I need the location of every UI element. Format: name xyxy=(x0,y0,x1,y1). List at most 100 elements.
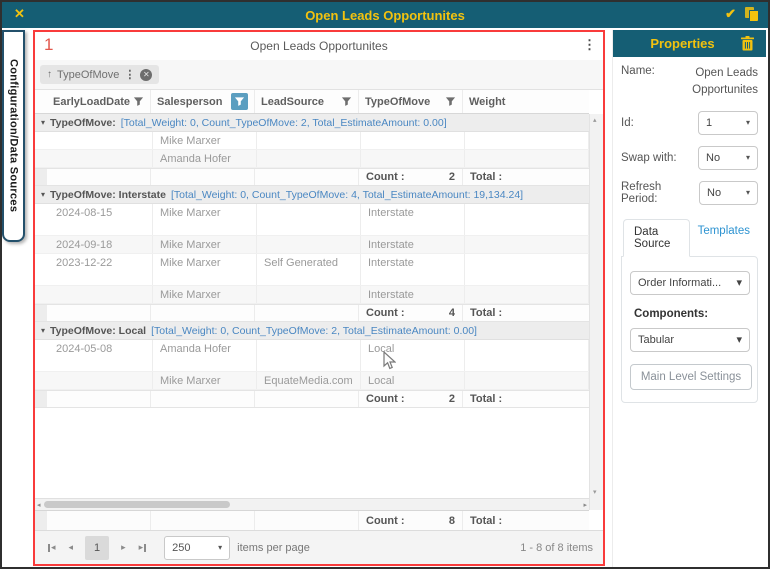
confirm-check-icon[interactable]: ✔ xyxy=(725,6,736,22)
cell: Local xyxy=(361,372,465,389)
refresh-period-label: Refresh Period: xyxy=(621,181,699,205)
table-row[interactable]: Amanda Hofer xyxy=(35,150,589,168)
column-header-LeadSource[interactable]: LeadSource xyxy=(255,90,359,113)
data-source-tab-content: Order Informati... ▾ Components: Tabular… xyxy=(621,256,758,403)
next-page-button[interactable]: ▸ xyxy=(118,542,129,553)
cell: Interstate xyxy=(361,254,465,285)
name-value: Open Leads Opportunites xyxy=(682,65,758,100)
chevron-down-icon: ▾ xyxy=(746,153,750,162)
count-value: 4 xyxy=(449,307,455,319)
tab-templates[interactable]: Templates xyxy=(690,219,758,257)
group-header-row[interactable]: ▾TypeOfMove: Local[Total_Weight: 0, Coun… xyxy=(35,322,589,340)
name-label: Name: xyxy=(621,65,655,77)
panel-title: Open Leads Opportunites xyxy=(250,39,387,53)
components-select[interactable]: Tabular ▾ xyxy=(630,328,750,352)
panel-menu-kebab-icon[interactable]: ⋮ xyxy=(583,37,596,53)
id-select[interactable]: 1 ▾ xyxy=(698,111,758,135)
table-row[interactable]: Mike MarxerEquateMedia.comLocal xyxy=(35,372,589,390)
count-value: 2 xyxy=(449,393,455,405)
cell xyxy=(257,132,361,149)
cell xyxy=(361,150,465,167)
prev-page-button[interactable]: ◂ xyxy=(66,542,77,553)
table-row[interactable]: 2023-12-22Mike MarxerSelf GeneratedInter… xyxy=(35,254,589,286)
table-row[interactable]: Mike MarxerInterstate xyxy=(35,286,589,304)
cell: Interstate xyxy=(361,204,465,235)
cell: Interstate xyxy=(361,236,465,253)
cell: 2024-09-18 xyxy=(49,236,153,253)
properties-panel: Properties Name: Open Leads Opportunites… xyxy=(612,30,766,567)
refresh-period-select[interactable]: No ▾ xyxy=(699,181,758,205)
scroll-left-icon[interactable]: ◂ xyxy=(37,501,41,509)
group-chip-menu-icon[interactable]: ⋮ xyxy=(124,68,135,81)
cell: Mike Marxer xyxy=(153,254,257,285)
filter-icon[interactable] xyxy=(341,96,352,107)
table-row[interactable]: 2024-05-08Amanda HoferLocal xyxy=(35,340,589,372)
scroll-up-icon[interactable]: ▴ xyxy=(593,116,597,124)
vertical-scrollbar[interactable]: ▴ ▾ xyxy=(589,114,603,510)
panel-title-row: 1 Open Leads Opportunites ⋮ xyxy=(35,32,603,60)
cell xyxy=(49,132,153,149)
total-cell: Total : xyxy=(463,391,589,407)
group-chip[interactable]: ↑ TypeOfMove ⋮ ✕ xyxy=(40,65,159,84)
data-source-select[interactable]: Order Informati... ▾ xyxy=(630,271,750,295)
horizontal-scrollbar[interactable]: ◂ ▸ xyxy=(35,498,589,510)
cell xyxy=(465,340,589,371)
collapse-icon[interactable]: ▾ xyxy=(41,118,45,127)
group-aggregates: [Total_Weight: 0, Count_TypeOfMove: 2, T… xyxy=(121,117,447,129)
chevron-down-icon: ▾ xyxy=(736,276,742,289)
column-header-EarlyLoadDate[interactable]: EarlyLoadDate xyxy=(47,90,151,113)
column-header-Salesperson[interactable]: Salesperson xyxy=(151,90,255,113)
last-page-button[interactable]: ▸ xyxy=(136,542,150,553)
chevron-down-icon: ▾ xyxy=(218,543,222,552)
cell: Interstate xyxy=(361,286,465,303)
group-header-row[interactable]: ▾TypeOfMove:[Total_Weight: 0, Count_Type… xyxy=(35,114,589,132)
grid-body: ▾TypeOfMove:[Total_Weight: 0, Count_Type… xyxy=(35,114,589,498)
close-icon[interactable]: ✕ xyxy=(14,6,25,22)
table-row[interactable]: 2024-09-18Mike MarxerInterstate xyxy=(35,236,589,254)
column-header-Weight[interactable]: Weight xyxy=(463,90,589,113)
cell xyxy=(49,372,153,389)
filter-icon-active[interactable] xyxy=(231,93,248,110)
cell: 2023-12-22 xyxy=(49,254,153,285)
tab-data-source[interactable]: Data Source xyxy=(623,219,690,257)
count-cell: Count :8 xyxy=(359,511,463,530)
trash-icon[interactable] xyxy=(741,36,754,56)
column-header-TypeOfMove[interactable]: TypeOfMove xyxy=(359,90,463,113)
scroll-down-icon[interactable]: ▾ xyxy=(593,488,597,496)
group-footer-row: Count :2Total : xyxy=(35,390,589,408)
count-cell: Count :2 xyxy=(359,391,463,407)
cell: Mike Marxer xyxy=(153,204,257,235)
swap-with-select[interactable]: No ▾ xyxy=(698,146,758,170)
count-cell: Count :2 xyxy=(359,169,463,185)
count-value: 8 xyxy=(449,515,455,527)
cell: 2024-08-15 xyxy=(49,204,153,235)
mouse-cursor xyxy=(383,351,396,375)
filter-icon[interactable] xyxy=(133,96,144,107)
scroll-right-icon[interactable]: ▸ xyxy=(583,501,587,509)
first-page-button[interactable]: ◂ xyxy=(45,542,59,553)
total-cell: Total : xyxy=(463,169,589,185)
id-label: Id: xyxy=(621,117,634,129)
copy-icon[interactable] xyxy=(745,7,758,22)
cell: Self Generated xyxy=(257,254,361,285)
properties-header: Properties xyxy=(613,30,766,57)
main-level-settings-button[interactable]: Main Level Settings xyxy=(630,364,752,390)
sort-asc-icon[interactable]: ↑ xyxy=(47,69,52,80)
cell: Mike Marxer xyxy=(153,372,257,389)
page-size-select[interactable]: 250 ▾ xyxy=(164,536,230,560)
group-header-row[interactable]: ▾TypeOfMove: Interstate[Total_Weight: 0,… xyxy=(35,186,589,204)
configuration-data-sources-tab[interactable]: Configuration/Data Sources xyxy=(2,30,25,242)
collapse-icon[interactable]: ▾ xyxy=(41,190,45,199)
filter-icon[interactable] xyxy=(445,96,456,107)
group-chip-remove-icon[interactable]: ✕ xyxy=(140,69,152,81)
grid-header-row: EarlyLoadDateSalespersonLeadSourceTypeOf… xyxy=(35,90,589,114)
total-cell: Total : xyxy=(463,511,589,530)
cell xyxy=(257,340,361,371)
horizontal-scrollbar-thumb[interactable] xyxy=(44,501,230,508)
collapse-icon[interactable]: ▾ xyxy=(41,326,45,335)
table-row[interactable]: 2024-08-15Mike Marxer Interstate xyxy=(35,204,589,236)
table-row[interactable]: Mike Marxer xyxy=(35,132,589,150)
current-page-button[interactable]: 1 xyxy=(85,536,109,560)
pager: ◂ ◂ 1 ▸ ▸ 250 ▾ items per page 1 - 8 of … xyxy=(35,530,603,564)
total-cell: Total : xyxy=(463,305,589,321)
